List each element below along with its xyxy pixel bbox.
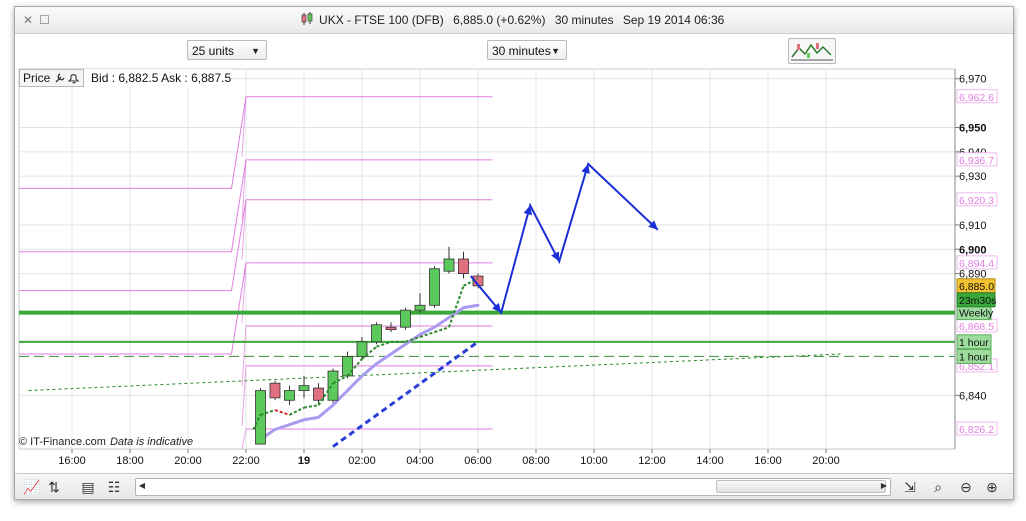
time-scrollbar[interactable]: ◀ ▶ (135, 478, 891, 496)
candle (429, 266, 440, 308)
candle-body (443, 258, 455, 272)
wrench-icon (55, 73, 65, 83)
support-dashed-label: 1 hour (956, 348, 992, 364)
pivot-label-text: 6,868.5 (959, 321, 994, 333)
x-tick-label: 16:00 (58, 455, 86, 467)
candle-body (342, 356, 353, 377)
plot-area (18, 68, 956, 450)
auto-scale-icon[interactable]: ⇲ (901, 478, 919, 496)
pivot-label: 6,868.5 (956, 318, 998, 333)
y-tick-label: 6,900 (959, 244, 987, 256)
x-tick-label: 10:00 (580, 455, 608, 467)
pivot-label: 6,936.7 (956, 152, 998, 167)
chart-type-icon[interactable]: 📈 (23, 478, 41, 496)
candle (400, 307, 411, 330)
support-label-text: 1 hour (959, 351, 989, 363)
support-line-label: Weekly (956, 305, 994, 321)
y-tick-label: 6,910 (959, 220, 987, 232)
zoom-out-icon[interactable]: ⊖ (957, 478, 975, 496)
pivot-label-text: 6,826.2 (959, 424, 994, 436)
bid-ask-text: Bid : 6,882.5 Ask : 6,887.5 (91, 71, 232, 85)
zoom-in-icon[interactable]: ⊕ (983, 478, 1001, 496)
chart-legend: Price Bid : 6,882.5 Ask : 6,887.5 (19, 69, 232, 87)
scroll-thumb[interactable] (716, 480, 886, 493)
y-tick-label: 6,950 (959, 122, 987, 134)
pivot-label-text: 6,894.4 (959, 258, 994, 270)
x-tick-label: 08:00 (522, 455, 550, 467)
candle-body (327, 370, 339, 401)
disclaimer-text: Data is indicative (109, 436, 194, 448)
countdown-text: 23m30s (959, 295, 996, 307)
candle-body (458, 258, 469, 275)
candle (269, 380, 281, 401)
copyright: © IT-Finance.com Data is indicative (19, 436, 193, 448)
candle-body (269, 382, 281, 399)
x-tick-label: 14:00 (696, 455, 724, 467)
candle-body (356, 341, 368, 357)
candle-body (400, 309, 411, 328)
scroll-right-icon[interactable]: ▶ (878, 479, 890, 493)
support-label-text: 1 hour (959, 337, 989, 349)
candle-body (414, 304, 426, 311)
x-tick-label: 04:00 (406, 455, 434, 467)
pivot-label-text: 6,936.7 (959, 155, 994, 167)
candle (371, 322, 382, 345)
pivot-label: 6,962.6 (956, 89, 998, 104)
pivot-label: 6,826.2 (956, 421, 998, 436)
candle-body (385, 326, 397, 331)
candle-body (255, 390, 266, 445)
x-tick-label: 22:00 (232, 455, 260, 467)
support-line-label: 1 hour (956, 334, 992, 350)
candle-body (298, 385, 310, 391)
x-tick-label: 20:00 (812, 455, 840, 467)
wrench-bell-icons (55, 73, 80, 84)
x-tick-label: 06:00 (464, 455, 492, 467)
candle-body (371, 324, 382, 343)
copyright-text: © IT-Finance.com (19, 436, 106, 448)
current-price-marker: 6,885.0 23m30s (956, 278, 996, 308)
candle-body (429, 268, 440, 306)
support-label-text: Weekly (959, 308, 994, 320)
x-tick-label: 02:00 (348, 455, 376, 467)
bottom-toolbar: 📈 ⇅ ▤ ☷ ◀ ▶ ⇲ ⌕ ⊖ ⊕ (15, 473, 1013, 499)
pivot-label: 6,920.3 (956, 192, 998, 207)
indicator-icon[interactable]: ⇅ (45, 478, 63, 496)
drawing-tools-icon[interactable]: ▤ (79, 478, 97, 496)
bell-icon (67, 74, 80, 84)
x-tick-label: 16:00 (754, 455, 782, 467)
price-button[interactable]: Price (19, 69, 84, 87)
y-tick-label: 6,930 (959, 171, 987, 183)
pivot-label-text: 6,920.3 (959, 195, 994, 207)
current-price-text: 6,885.0 (959, 281, 994, 293)
candle (327, 368, 339, 403)
zoom-fit-icon[interactable]: ⌕ (929, 478, 947, 496)
pivot-label-text: 6,962.6 (959, 92, 994, 104)
y-tick-label: 6,970 (959, 74, 987, 86)
chart-window: ✕ ☐ UKX - FTSE 100 (DFB) 6,885.0 (+0.62%… (14, 6, 1014, 500)
pivot-label: 6,894.4 (956, 255, 998, 270)
candle-body (284, 390, 295, 401)
y-tick-label: 6,840 (959, 390, 987, 402)
x-tick-label: 20:00 (174, 455, 202, 467)
candle-settings-icon[interactable]: ☷ (105, 478, 123, 496)
x-tick-label: 19 (298, 455, 310, 467)
price-label: Price (23, 71, 51, 85)
x-tick-label: 18:00 (116, 455, 144, 467)
x-tick-label: 12:00 (638, 455, 666, 467)
scroll-left-icon[interactable]: ◀ (136, 479, 148, 493)
